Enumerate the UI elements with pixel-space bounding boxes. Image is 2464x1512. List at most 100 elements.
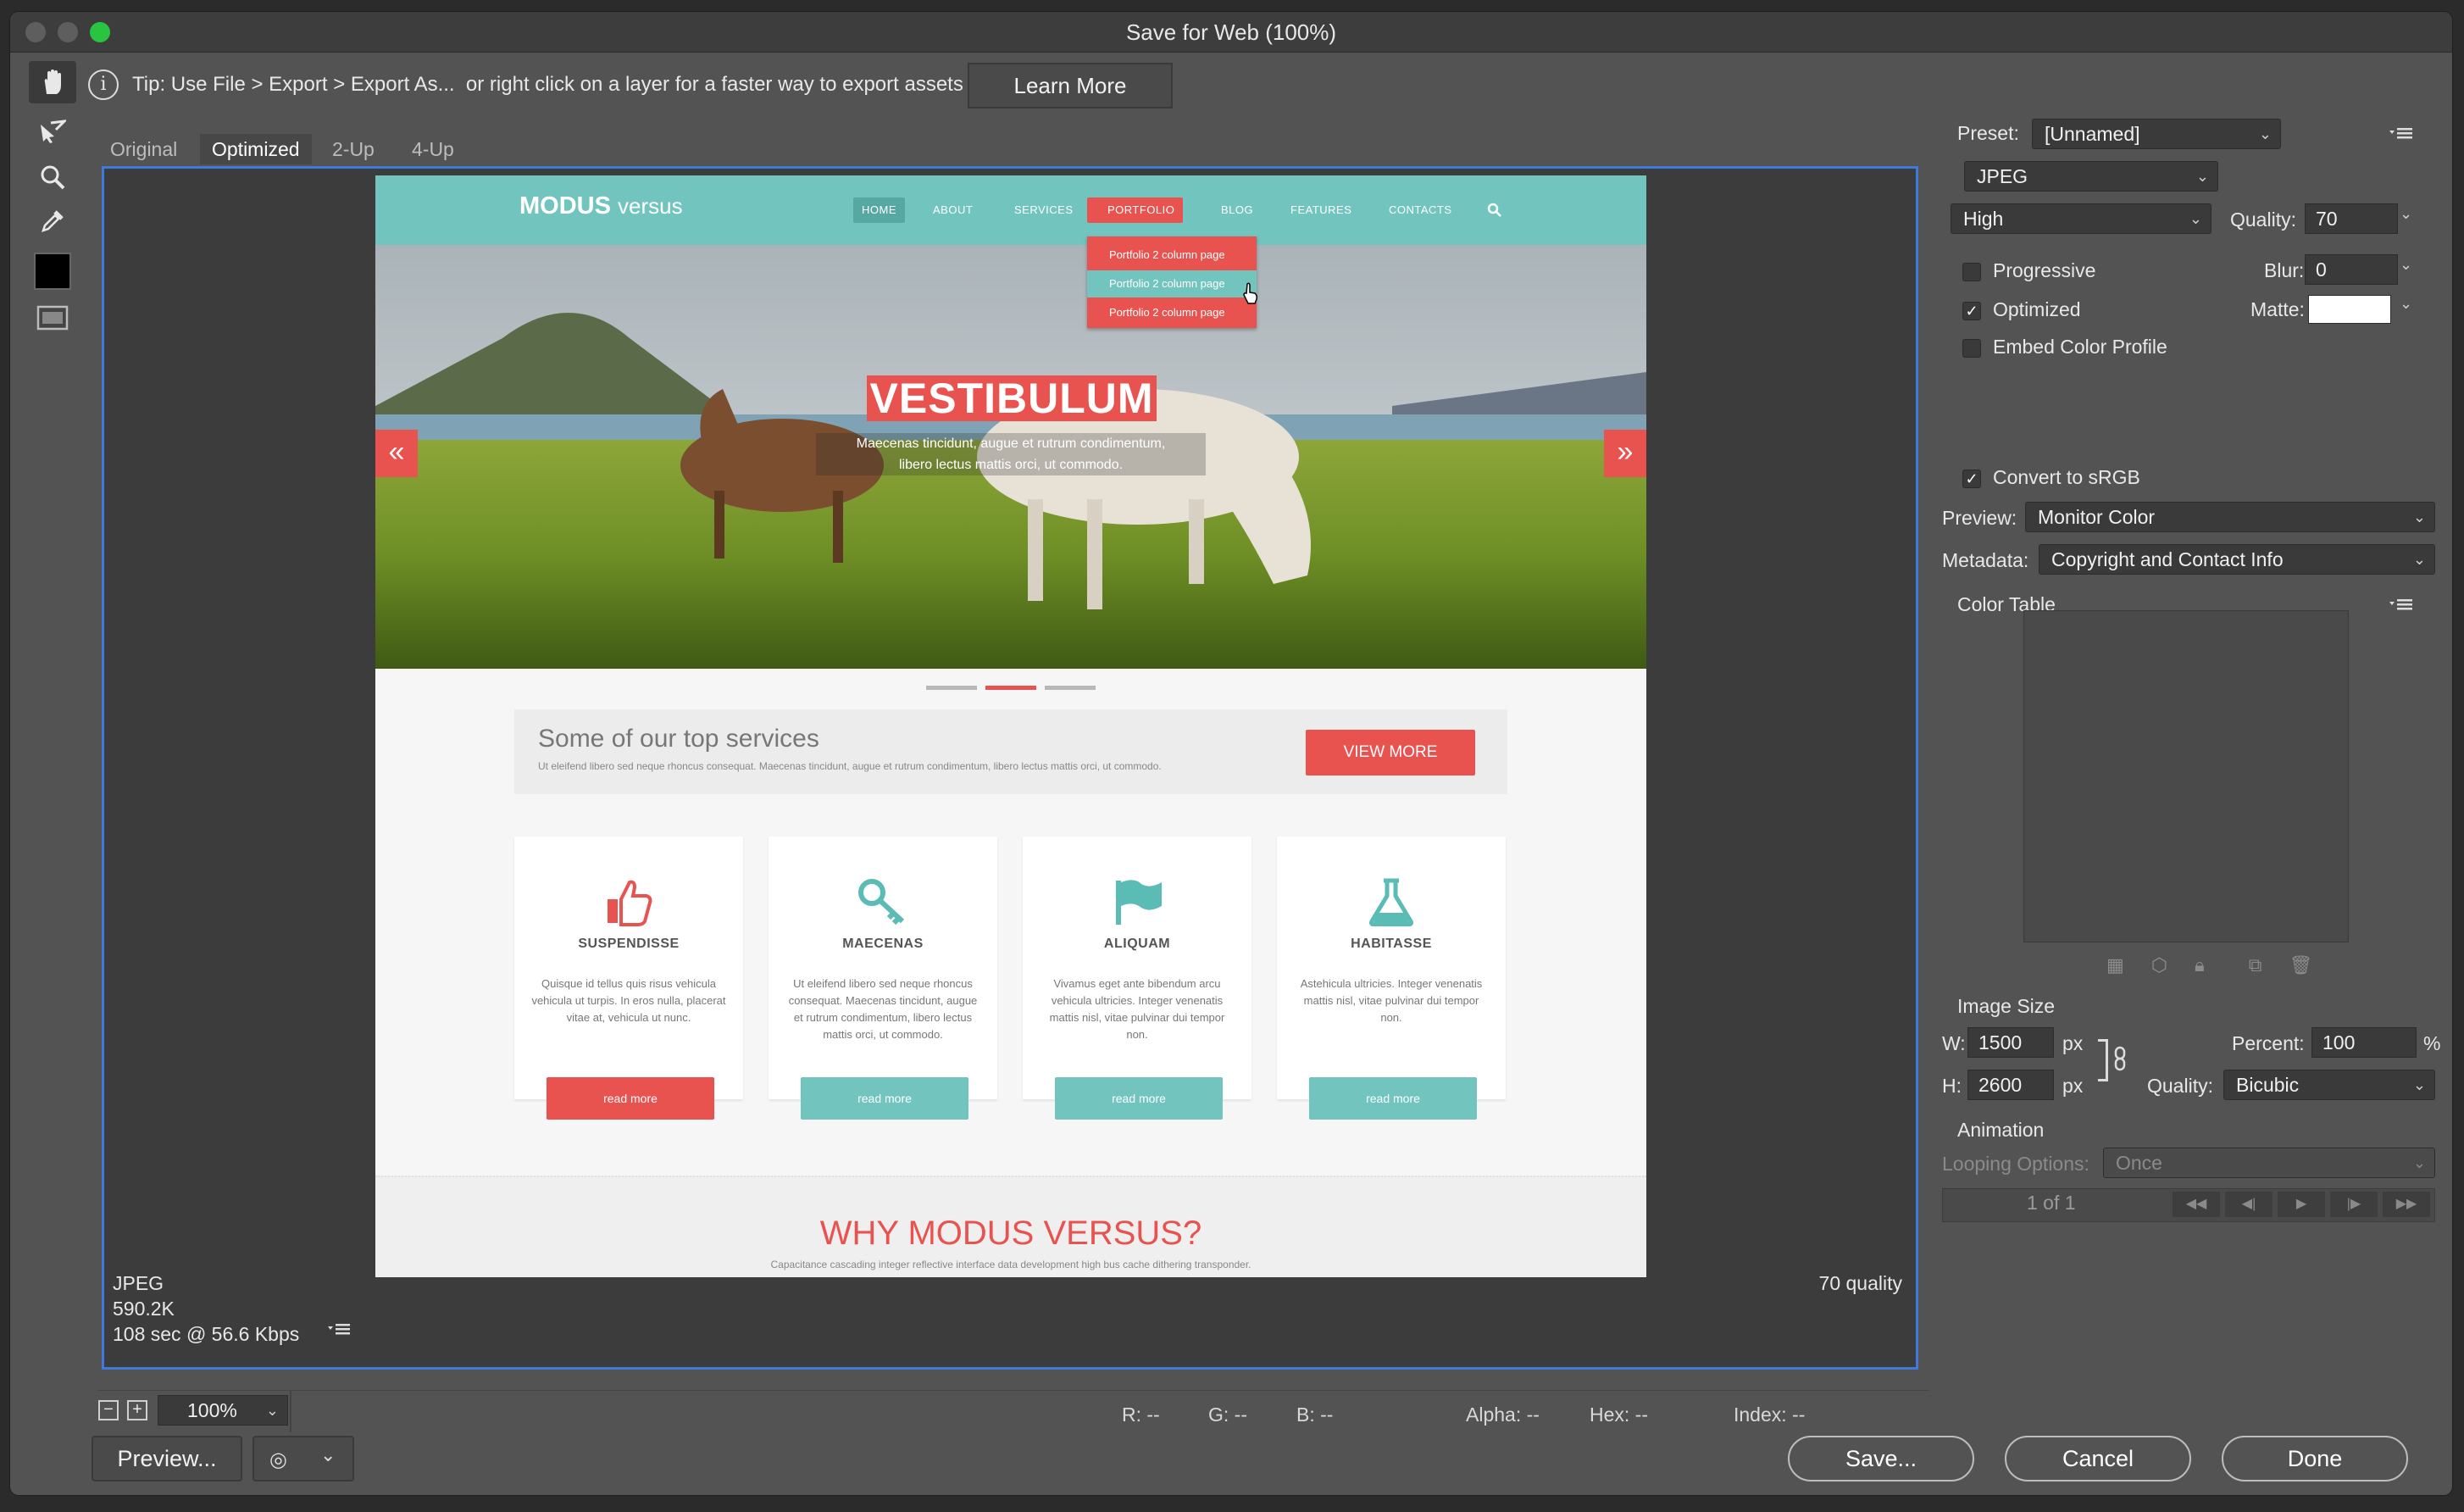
link-proportions-icon[interactable] — [2113, 1046, 2127, 1076]
service-card-text: Astehicula ultricies. Integer venenatis … — [1300, 977, 1483, 1024]
minimize-window-button[interactable] — [58, 22, 78, 42]
tab-optimized[interactable]: Optimized — [200, 134, 312, 164]
download-rate-menu-icon[interactable] — [326, 1321, 352, 1341]
blur-label: Blur: — [2264, 259, 2305, 281]
matte-color-swatch[interactable] — [2308, 295, 2391, 324]
site-nav-features: FEATURES — [1290, 203, 1352, 216]
cancel-button[interactable]: Cancel — [2005, 1436, 2191, 1481]
percent-input[interactable]: 100 — [2311, 1027, 2417, 1058]
zoom-out-button[interactable]: − — [98, 1400, 119, 1420]
looping-options-value: Once — [2116, 1152, 2162, 1174]
download-time: 108 sec @ 56.6 Kbps — [113, 1323, 300, 1345]
file-format-select[interactable]: JPEG ⌄ — [1964, 161, 2218, 192]
preview-in-browser-button[interactable]: Preview... — [92, 1436, 242, 1481]
zoom-in-button[interactable]: + — [127, 1400, 147, 1420]
looping-options-label: Looping Options: — [1942, 1153, 2089, 1175]
site-nav-portfolio: PORTFOLIO — [1087, 197, 1184, 223]
resample-method-select[interactable]: Bicubic ⌄ — [2223, 1070, 2435, 1100]
preset-label: Preset: — [1957, 122, 2019, 144]
close-window-button[interactable] — [25, 22, 46, 42]
next-frame-button[interactable]: |▶ — [2330, 1192, 2378, 1217]
height-label: H: — [1942, 1075, 1962, 1097]
percent-unit: % — [2423, 1032, 2441, 1054]
zoom-window-button[interactable] — [90, 22, 110, 42]
color-table-grid[interactable] — [2023, 610, 2349, 942]
output-format: JPEG — [113, 1272, 164, 1294]
quality-slider-chevron-icon[interactable]: ⌄ — [2400, 205, 2412, 223]
convert-srgb-checkbox[interactable]: ✓ — [1962, 470, 1981, 488]
optimize-menu-icon[interactable] — [2388, 125, 2415, 147]
tab-4-up[interactable]: 4-Up — [400, 134, 466, 164]
services-text: Ut eleifend libero sed neque rhoncus con… — [538, 760, 1162, 772]
last-frame-button[interactable]: ▶▶ — [2383, 1192, 2430, 1217]
slider-indicator-active — [985, 686, 1036, 690]
lock-color-icon[interactable]: 🔒︎ — [2195, 954, 2232, 976]
toggle-slices-icon[interactable] — [29, 297, 76, 339]
color-table-menu-icon[interactable] — [2388, 597, 2415, 618]
window-title: Save for Web (100%) — [1125, 19, 1337, 45]
browser-select-button[interactable]: ◎ ⌄ — [253, 1436, 354, 1481]
chevron-down-icon: ⌄ — [2412, 1076, 2426, 1093]
hand-tool-icon[interactable] — [29, 61, 76, 103]
preview-color-select[interactable]: Monitor Color ⌄ — [2025, 502, 2435, 532]
metadata-select[interactable]: Copyright and Contact Info ⌄ — [2039, 544, 2435, 575]
preset-select[interactable]: [Unnamed] ⌄ — [2032, 119, 2281, 149]
service-card-title: SUSPENDISSE — [578, 937, 680, 951]
hero-text: Maecenas tincidunt, augue et rutrum cond… — [816, 433, 1206, 475]
slice-select-tool-icon[interactable] — [29, 110, 76, 153]
map-transparent-icon[interactable]: ▦ — [2106, 954, 2151, 976]
quality-label: Quality: — [2230, 208, 2296, 231]
progressive-checkbox[interactable] — [1962, 263, 1981, 281]
eyedropper-color-swatch[interactable] — [34, 253, 71, 290]
dropdown-item: Portfolio 2 column page — [1109, 248, 1225, 261]
optimized-checkbox[interactable]: ✓ — [1962, 302, 1981, 320]
service-card-title: ALIQUAM — [1103, 937, 1171, 951]
progressive-label: Progressive — [1993, 259, 2096, 281]
quality-readout: 70 quality — [1818, 1272, 1902, 1294]
read-more-button: read more — [1055, 1077, 1223, 1120]
services-banner: Some of our top services Ut eleifend lib… — [514, 709, 1507, 794]
new-color-icon[interactable]: ⧉ — [2249, 954, 2289, 976]
delete-color-icon[interactable]: 🗑︎ — [2289, 954, 2339, 976]
readout-hex: Hex: -- — [1590, 1404, 1648, 1426]
site-nav-blog: BLOG — [1221, 203, 1254, 216]
optimized-preview-pane[interactable]: MODUS versus HOME ABOUT SERVICES PORTFOL… — [102, 166, 1918, 1370]
first-frame-button[interactable]: ◀◀ — [2173, 1192, 2220, 1217]
service-card: HABITASSE Astehicula ultricies. Integer … — [1277, 837, 1506, 1120]
done-button[interactable]: Done — [2222, 1436, 2408, 1481]
width-label: W: — [1942, 1032, 1966, 1054]
blur-chevron-icon[interactable]: ⌄ — [2400, 256, 2412, 274]
play-animation-button[interactable]: ▶ — [2278, 1192, 2325, 1217]
previous-frame-button[interactable]: ◀| — [2225, 1192, 2273, 1217]
zoom-tool-icon[interactable] — [29, 156, 76, 198]
hero-text-line-1: Maecenas tincidunt, augue et rutrum cond… — [856, 436, 1166, 451]
embed-color-profile-checkbox[interactable] — [1962, 339, 1981, 358]
web-shift-icon[interactable]: ⬡ — [2151, 954, 2195, 976]
save-button[interactable]: Save... — [1788, 1436, 1974, 1481]
compression-quality-select[interactable]: High ⌄ — [1951, 203, 2211, 234]
width-unit: px — [2062, 1032, 2084, 1054]
blur-input[interactable]: 0 — [2305, 254, 2398, 285]
width-input[interactable]: 1500 — [1967, 1027, 2054, 1058]
chevron-down-icon: ⌄ — [2189, 210, 2202, 227]
flag-icon — [1116, 880, 1162, 925]
quality-input[interactable]: 70 — [2305, 203, 2398, 234]
learn-more-button[interactable]: Learn More — [968, 63, 1173, 108]
tab-original[interactable]: Original — [98, 134, 189, 164]
looping-options-select[interactable]: Once ⌄ — [2103, 1148, 2435, 1178]
save-for-web-dialog: Save for Web (100%) i Tip: Use File > Ex… — [10, 12, 2452, 1495]
readout-index: Index: -- — [1734, 1404, 1806, 1426]
tab-2-up[interactable]: 2-Up — [320, 134, 386, 164]
matte-chevron-icon[interactable]: ⌄ — [2400, 295, 2412, 313]
service-card-text: Vivamus eget ante bibendum arcu vehicula… — [1049, 977, 1225, 1041]
embed-color-profile-label: Embed Color Profile — [1993, 336, 2167, 358]
site-hero-slider: VESTIBULUM Maecenas tincidunt, augue et … — [375, 245, 1646, 669]
website-preview-image: MODUS versus HOME ABOUT SERVICES PORTFOL… — [375, 175, 1646, 1277]
service-card-text: Quisque id tellus quis risus vehicula ve… — [531, 977, 726, 1024]
height-input[interactable]: 2600 — [1967, 1070, 2054, 1100]
eyedropper-tool-icon[interactable] — [29, 200, 76, 242]
site-logo-light: versus — [618, 193, 683, 219]
zoom-level-select[interactable]: 100% ⌄ — [158, 1395, 288, 1426]
preview-label: Preview: — [1942, 507, 2017, 529]
zoom-bar — [98, 1390, 1928, 1432]
